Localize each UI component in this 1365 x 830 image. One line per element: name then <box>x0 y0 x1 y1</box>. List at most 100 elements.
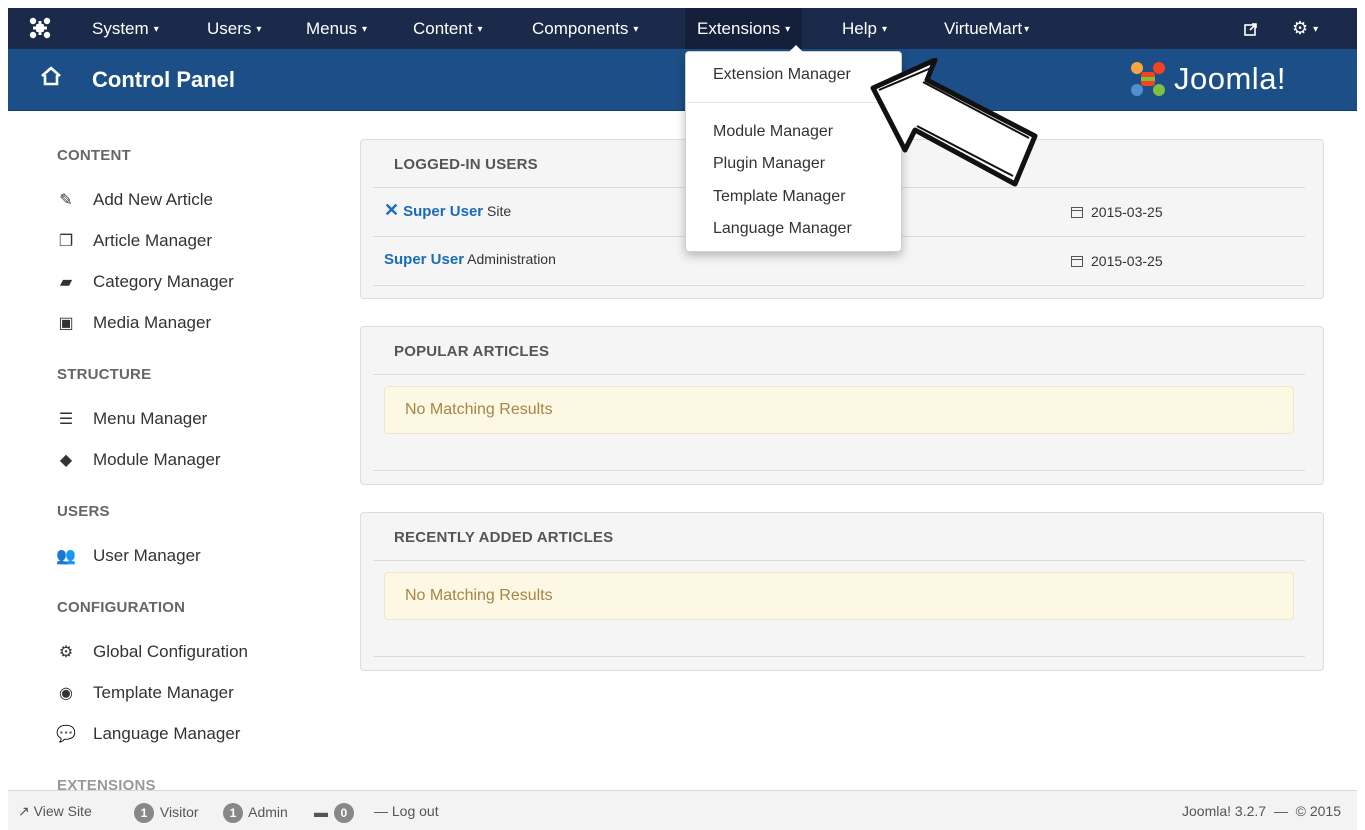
sidebar-item-add-new-article[interactable]: ✎ Add New Article <box>55 188 213 212</box>
sidebar-item-label: Global Configuration <box>93 642 248 661</box>
sidebar-item-label: User Manager <box>93 546 201 565</box>
annotation-arrow-icon <box>870 58 1038 187</box>
no-results-alert: No Matching Results <box>384 572 1294 620</box>
client-label: Administration <box>467 251 556 267</box>
folder-open-icon: ▰ <box>59 274 73 291</box>
menu-item-extension-manager[interactable]: Extension Manager <box>713 66 851 84</box>
settings-menu[interactable]: ⚙ ▾ <box>1292 8 1318 49</box>
divider <box>373 656 1305 657</box>
sidebar-item-media-manager[interactable]: ▣ Media Manager <box>55 311 211 335</box>
logout-label: Log out <box>391 803 439 819</box>
sidebar-item-module-manager[interactable]: ◆ Module Manager <box>55 448 221 472</box>
sidebar-item-user-manager[interactable]: 👥 User Manager <box>55 544 201 568</box>
menu-menus[interactable]: Menus ▾ <box>306 8 367 49</box>
panel-recently-added-articles: RECENTLY ADDED ARTICLES No Matching Resu… <box>360 512 1324 671</box>
chevron-down-icon: ▾ <box>1313 24 1319 35</box>
table-row: ✕ Super User Site <box>384 200 511 221</box>
sidebar-heading-users: USERS <box>57 503 110 520</box>
menu-system-label: System <box>92 19 149 38</box>
chevron-down-icon: ▾ <box>153 24 159 35</box>
sidebar-item-template-manager[interactable]: ◉ Template Manager <box>55 681 234 705</box>
admin-count: 1 Admin <box>221 803 288 823</box>
view-site-link[interactable]: ↗ View Site <box>18 803 92 820</box>
divider <box>373 285 1305 286</box>
divider <box>373 470 1305 471</box>
copyright-label: © 2015 <box>1295 803 1341 819</box>
sidebar-heading-content: CONTENT <box>57 147 131 164</box>
sidebar-item-label: Template Manager <box>93 683 234 702</box>
chevron-down-icon: ▾ <box>256 24 262 35</box>
sidebar-heading-configuration: CONFIGURATION <box>57 599 186 616</box>
date-value: 2015-03-25 <box>1091 253 1163 269</box>
chevron-down-icon: ▾ <box>477 24 483 35</box>
sidebar-item-label: Module Manager <box>93 450 221 469</box>
chevron-down-icon: ▾ <box>1024 24 1030 35</box>
menu-item-module-manager[interactable]: Module Manager <box>713 123 833 141</box>
sidebar-item-menu-manager[interactable]: ☰ Menu Manager <box>55 407 208 431</box>
sidebar-item-label: Language Manager <box>93 724 241 743</box>
sidebar-item-label: Add New Article <box>93 190 213 209</box>
sidebar-item-global-configuration[interactable]: ⚙ Global Configuration <box>55 640 248 664</box>
sidebar-item-category-manager[interactable]: ▰ Category Manager <box>55 270 234 294</box>
panel-title: POPULAR ARTICLES <box>394 343 550 360</box>
external-link-icon: ↗ <box>18 803 30 819</box>
date-cell: 2015-03-25 <box>1071 204 1163 220</box>
menu-help[interactable]: Help ▾ <box>842 8 887 49</box>
menu-system[interactable]: System ▾ <box>92 8 159 49</box>
menu-components[interactable]: Components ▾ <box>532 8 638 49</box>
menu-item-plugin-manager[interactable]: Plugin Manager <box>713 155 825 173</box>
menu-content[interactable]: Content ▾ <box>413 8 483 49</box>
divider <box>373 374 1305 375</box>
user-link[interactable]: Super User <box>403 203 483 220</box>
image-icon: ▣ <box>58 315 74 332</box>
sidebar-item-label: Article Manager <box>93 231 213 250</box>
panel-title: RECENTLY ADDED ARTICLES <box>394 529 614 546</box>
calendar-icon <box>1071 256 1083 267</box>
chevron-down-icon: ▾ <box>785 24 791 35</box>
divider <box>373 560 1305 561</box>
sidebar-heading-structure: STRUCTURE <box>57 366 152 383</box>
panel-title: LOGGED-IN USERS <box>394 156 538 173</box>
menu-users[interactable]: Users ▾ <box>207 8 261 49</box>
menu-extensions-label: Extensions <box>697 19 781 38</box>
app-window: System ▾ Users ▾ Menus ▾ Content ▾ Component… <box>8 8 1357 830</box>
menu-virtuemart[interactable]: VirtueMart ▾ <box>944 8 1029 49</box>
menu-item-language-manager[interactable]: Language Manager <box>713 220 852 238</box>
client-label: Site <box>487 203 512 219</box>
sidebar-item-language-manager[interactable]: 💬 Language Manager <box>55 722 240 746</box>
visitor-count: 1 Visitor <box>132 803 199 823</box>
date-cell: 2015-03-25 <box>1071 253 1163 269</box>
version-label: Joomla! 3.2.7 <box>1182 803 1267 819</box>
sidebar-item-label: Media Manager <box>93 313 212 332</box>
page-header: Control Panel Joomla! <box>8 49 1357 111</box>
menu-content-label: Content <box>413 19 473 38</box>
user-link[interactable]: Super User <box>384 251 464 268</box>
list-icon: ☰ <box>58 411 74 428</box>
cube-icon: ◆ <box>59 452 73 469</box>
envelope-icon: ▬ <box>314 804 328 820</box>
eye-icon: ◉ <box>59 685 73 702</box>
chevron-down-icon: ▾ <box>362 24 368 35</box>
gear-icon: ⚙ <box>58 644 74 661</box>
external-link-icon[interactable] <box>1244 22 1258 36</box>
menu-extensions[interactable]: Extensions ▾ <box>685 8 803 49</box>
minus-icon: — <box>374 803 388 819</box>
menu-help-label: Help <box>842 19 877 38</box>
pencil-icon: ✎ <box>59 192 73 209</box>
menu-item-template-manager[interactable]: Template Manager <box>713 188 846 206</box>
sidebar-item-label: Menu Manager <box>93 409 208 428</box>
sidebar: CONTENT ✎ Add New Article ❐ Article Manage… <box>8 111 338 794</box>
messages-count[interactable]: ▬ 0 <box>314 803 356 823</box>
logout-x-icon[interactable]: ✕ <box>384 200 399 220</box>
logout-link[interactable]: — Log out <box>374 803 439 819</box>
chevron-down-icon: ▾ <box>881 24 887 35</box>
comments-icon: 💬 <box>56 726 76 743</box>
page-title: Control Panel <box>92 67 236 92</box>
sidebar-item-article-manager[interactable]: ❐ Article Manager <box>55 229 212 253</box>
users-icon: 👥 <box>56 548 76 565</box>
top-navbar: System ▾ Users ▾ Menus ▾ Content ▾ Component… <box>8 8 1357 49</box>
joomla-brand-logo-icon <box>1131 62 1165 96</box>
gear-icon: ⚙ <box>1292 18 1309 38</box>
joomla-logo-icon[interactable] <box>28 16 52 40</box>
menu-menus-label: Menus <box>306 19 358 38</box>
